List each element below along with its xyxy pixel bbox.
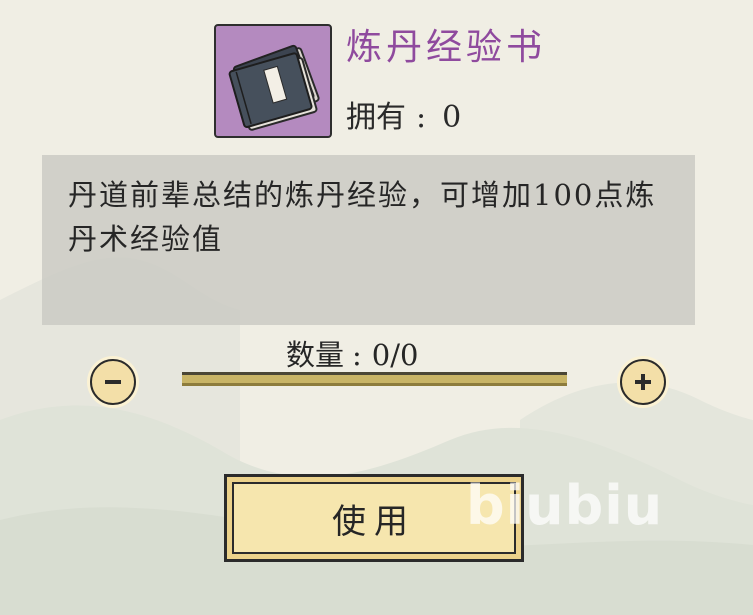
- quantity-slider[interactable]: [182, 372, 567, 386]
- minus-icon: [105, 380, 121, 384]
- owned-count: 0: [442, 100, 462, 135]
- owned-label: 拥有: [346, 100, 406, 135]
- owned-colon: :: [416, 100, 427, 135]
- owned-count-row: 拥有:0: [346, 92, 461, 136]
- quantity-colon: :: [352, 338, 362, 372]
- decrease-quantity-button[interactable]: [90, 359, 136, 405]
- plus-icon: [635, 374, 651, 390]
- quantity-label: 数量: [286, 338, 345, 372]
- item-icon-frame: [214, 24, 332, 138]
- item-name: 炼丹经验书: [346, 27, 547, 68]
- description-panel: 丹道前辈总结的炼丹经验，可增加100点炼丹术经验值: [42, 155, 695, 325]
- increase-quantity-button[interactable]: [620, 359, 666, 405]
- use-button[interactable]: 使用: [224, 474, 524, 562]
- quantity-value: 0/0: [371, 338, 419, 372]
- book-icon: [228, 44, 320, 131]
- use-button-label: 使用: [332, 501, 416, 542]
- quantity-label-row: 数量:0/0: [286, 332, 418, 374]
- item-description: 丹道前辈总结的炼丹经验，可增加100点炼丹术经验值: [68, 178, 657, 256]
